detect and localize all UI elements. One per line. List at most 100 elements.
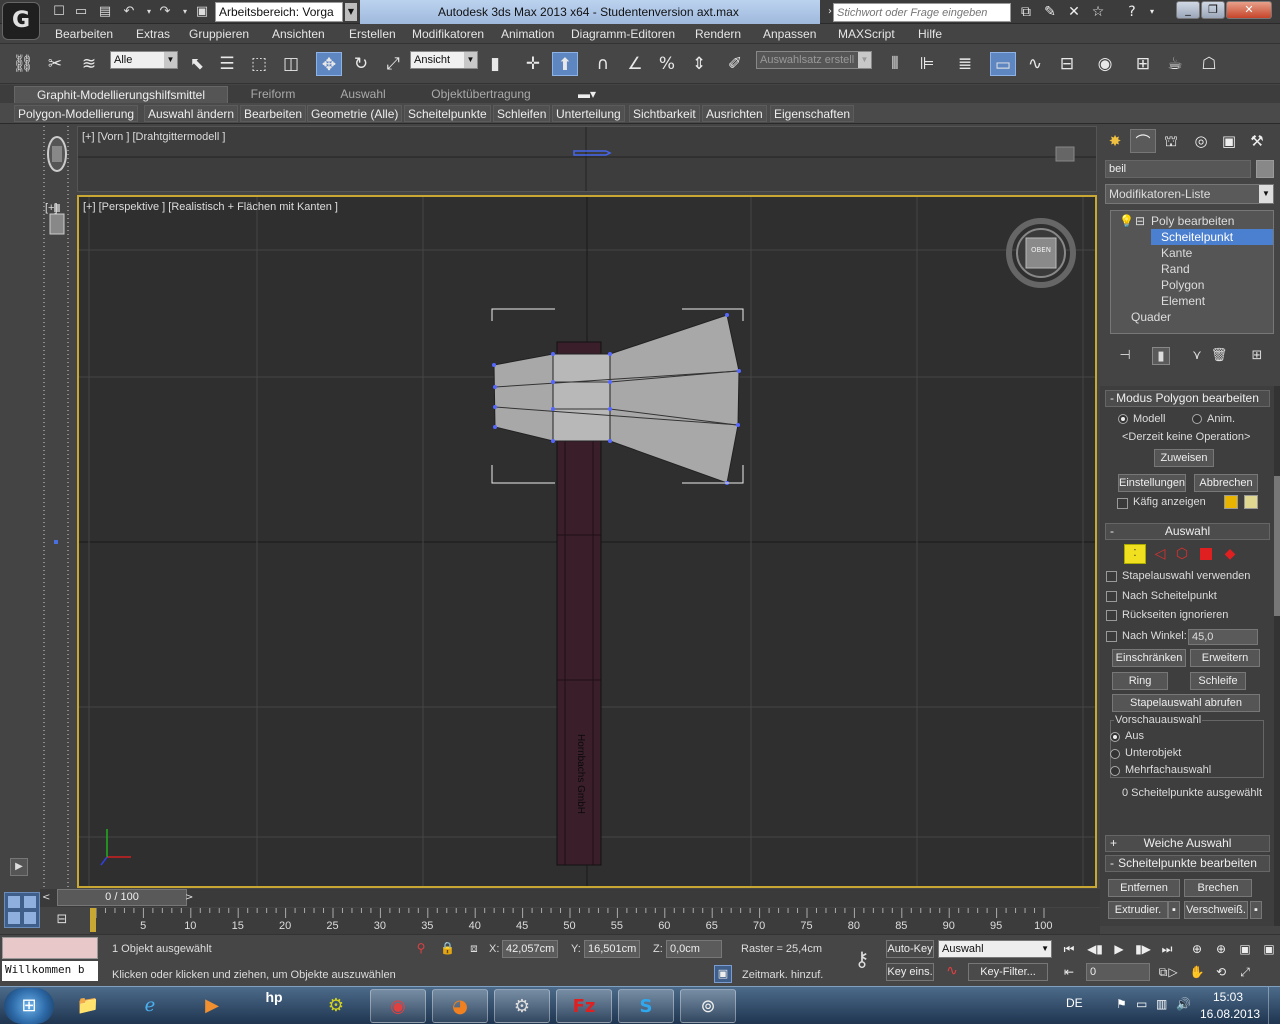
grow-button[interactable]: Erweitern <box>1190 649 1260 667</box>
ribbon-bearbeiten[interactable]: Bearbeiten <box>240 105 307 122</box>
viewcube-top-face[interactable]: OBEN <box>1026 246 1056 254</box>
prev-frame-icon[interactable]: < <box>42 889 54 906</box>
hp-task-icon[interactable]: hp <box>246 989 302 1023</box>
key-tools-icon[interactable]: ✎ <box>1040 3 1060 21</box>
chevron-down-icon[interactable]: ▼ <box>345 3 357 21</box>
move-icon[interactable]: ✥ <box>316 52 342 76</box>
unlink-icon[interactable]: ✂ <box>42 52 68 76</box>
filezilla-task-icon[interactable]: Fz <box>556 989 612 1023</box>
skype-task-icon[interactable]: S <box>618 989 674 1023</box>
media-player-task-icon[interactable]: ▶ <box>184 989 240 1023</box>
edit-mode-rollout-header[interactable]: - Modus Polygon bearbeiten <box>1105 390 1270 407</box>
remove-button[interactable]: Entfernen <box>1108 879 1180 897</box>
link-icon[interactable]: ⛓ <box>10 52 36 76</box>
by-vertex-checkbox[interactable] <box>1106 591 1117 602</box>
panel-scroll-thumb[interactable] <box>1274 476 1280 616</box>
angle-snap-icon[interactable]: ∠ <box>622 52 648 76</box>
time-slider-thumb[interactable]: 0 / 100 <box>57 889 187 906</box>
zoom-icon[interactable]: ⊕ <box>1186 940 1208 958</box>
ribbon-sichtbarkeit[interactable]: Sichtbarkeit <box>629 105 700 122</box>
render-production-icon[interactable]: ☖ <box>1196 52 1222 76</box>
tab-graphit[interactable]: Graphit-Modellierungshilfsmittel <box>14 86 228 103</box>
preview-multi-radio[interactable] <box>1110 766 1120 776</box>
modifier-list-dropdown[interactable]: Modifikatoren-Liste ▼ <box>1105 184 1274 204</box>
field-of-view-icon[interactable]: ▷ <box>1162 963 1184 981</box>
front-viewport-label[interactable]: [+] [Vorn ] [Drahtgittermodell ] <box>82 131 225 143</box>
edit-named-sets-icon[interactable]: ✐ <box>722 52 748 76</box>
polygon-mode-icon[interactable] <box>1200 548 1212 560</box>
menu-extras[interactable]: Extras <box>136 27 170 41</box>
play-icon[interactable]: ▶ <box>1108 940 1130 958</box>
menu-ansichten[interactable]: Ansichten <box>272 27 325 41</box>
stack-item-kante[interactable]: Kante <box>1161 245 1192 261</box>
rendered-frame-icon[interactable]: ☕ <box>1162 52 1188 76</box>
ribbon-polygon-modellierung[interactable]: Polygon-Modellierung <box>14 105 139 122</box>
display-tab-icon[interactable]: ▣ <box>1216 129 1242 153</box>
3dsmax-task-icon[interactable]: ⊚ <box>680 989 736 1023</box>
close-button[interactable]: ✕ <box>1226 1 1272 19</box>
configure-sets-icon[interactable]: ⊞ <box>1248 347 1266 365</box>
align-icon[interactable]: ⊫ <box>914 52 940 76</box>
rect-selection-icon[interactable]: ⬚ <box>246 52 272 76</box>
internet-explorer-task-icon[interactable]: ℯ <box>122 989 178 1023</box>
select-by-name-icon[interactable]: ☰ <box>214 52 240 76</box>
selection-filter-dropdown[interactable]: Alle ▼ <box>110 51 178 69</box>
bind-space-warp-icon[interactable]: ≋ <box>76 52 102 76</box>
cancel-button[interactable]: Abbrechen <box>1194 474 1258 492</box>
get-stack-selection-button[interactable]: Stapelauswahl abrufen <box>1112 694 1260 712</box>
hierarchy-tab-icon[interactable]: ⛫ <box>1158 129 1184 153</box>
front-viewcube-icon[interactable] <box>46 134 68 174</box>
modell-radio[interactable] <box>1118 414 1128 424</box>
tab-freiform[interactable]: Freiform <box>238 86 308 103</box>
percent-snap-icon[interactable]: % <box>654 52 680 76</box>
ref-coord-dropdown[interactable]: Ansicht ▼ <box>410 51 478 69</box>
redo-icon[interactable]: ↷ <box>156 3 174 21</box>
goto-start-icon[interactable]: ⏮ <box>1058 940 1080 958</box>
firefox-task-icon[interactable]: ◕ <box>432 989 488 1023</box>
utilities-tab-icon[interactable]: ⚒ <box>1244 129 1270 153</box>
edit-vertices-rollout-header[interactable]: - Scheitelpunkte bearbeiten <box>1105 855 1270 872</box>
extrude-button[interactable]: Extrudier. <box>1108 901 1168 919</box>
bulb-icon[interactable]: 💡 <box>1119 213 1134 229</box>
ribbon-eigenschaften[interactable]: Eigenschaften <box>770 105 855 122</box>
angle-spinner[interactable]: 45,0 <box>1188 629 1258 645</box>
border-mode-icon[interactable]: ⬡ <box>1172 544 1192 564</box>
remove-modifier-icon[interactable]: 🗑 <box>1210 347 1228 365</box>
maximize-button[interactable]: ❐ <box>1201 1 1225 19</box>
stack-item-rand[interactable]: Rand <box>1161 261 1190 277</box>
key-tangent-icon[interactable]: ∿ <box>940 963 964 983</box>
snap-toggle-icon[interactable]: ∩ <box>590 52 616 76</box>
preview-subobject-radio[interactable] <box>1110 749 1120 759</box>
scale-icon[interactable]: ⤢ <box>380 52 406 76</box>
pan-icon[interactable]: ✋ <box>1186 963 1208 981</box>
project-folder-icon[interactable]: ▣ <box>193 3 211 21</box>
weld-button[interactable]: Verschweiß. <box>1184 901 1248 919</box>
save-file-icon[interactable]: ▤ <box>96 3 114 21</box>
clock-date[interactable]: 16.08.2013 <box>1200 1007 1260 1021</box>
binoculars-icon[interactable]: ⧉ <box>1016 3 1036 21</box>
zoom-all-icon[interactable]: ⊕ <box>1210 940 1232 958</box>
time-slider[interactable]: < 0 / 100 > <box>40 889 1100 907</box>
tray-monitor-icon[interactable]: ▭ <box>1136 997 1147 1011</box>
ribbon-ausrichten[interactable]: Ausrichten <box>702 105 767 122</box>
keyboard-shortcut-icon[interactable]: ⬆ <box>552 52 578 76</box>
panel-scrollbar[interactable] <box>1274 386 1280 926</box>
tab-objektuebertragung[interactable]: Objektübertragung <box>420 86 542 103</box>
stack-item-element[interactable]: Element <box>1161 293 1205 309</box>
mirror-icon[interactable]: ⫴ <box>882 52 908 76</box>
help-dropdown-icon[interactable]: ▾ <box>1142 3 1162 21</box>
ribbon-geometrie[interactable]: Geometrie (Alle) <box>307 105 403 122</box>
absolute-mode-icon[interactable]: ⧈ <box>466 941 482 957</box>
next-frame-icon[interactable]: > <box>185 889 197 906</box>
task-manager-icon[interactable]: ⚙ <box>308 989 364 1023</box>
menu-erstellen[interactable]: Erstellen <box>349 27 396 41</box>
menu-gruppieren[interactable]: Gruppieren <box>189 27 249 41</box>
redo-dropdown-icon[interactable]: ▾ <box>176 3 194 21</box>
stack-item-scheitelpunkt[interactable]: Scheitelpunkt <box>1151 229 1273 245</box>
orbit-icon[interactable]: ⟲ <box>1210 963 1232 981</box>
selection-rollout-header[interactable]: - Auswahl <box>1105 523 1270 540</box>
x-icon[interactable]: ✕ <box>1064 3 1084 21</box>
menu-hilfe[interactable]: Hilfe <box>918 27 942 41</box>
menu-modifikatoren[interactable]: Modifikatoren <box>412 27 484 41</box>
cage-color-swatch-2[interactable] <box>1244 495 1258 509</box>
